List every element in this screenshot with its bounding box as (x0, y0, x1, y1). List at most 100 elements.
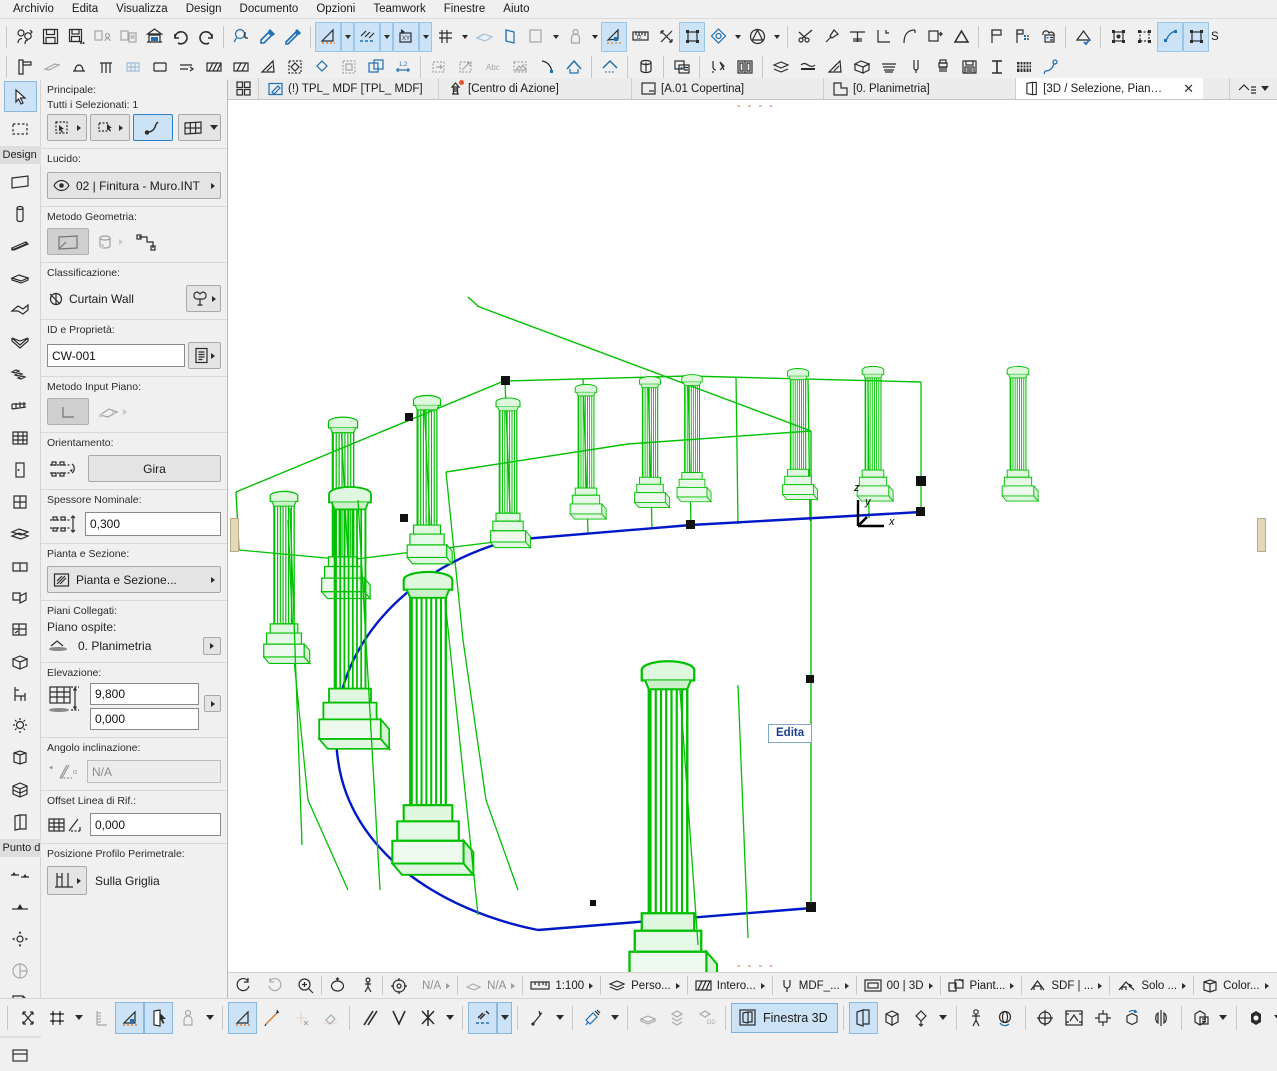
node-snap-icon[interactable] (523, 1002, 552, 1034)
redo-icon[interactable] (193, 22, 219, 52)
adjust-icon[interactable] (818, 22, 844, 52)
pen-icon[interactable] (902, 55, 929, 79)
mirror-icon[interactable] (1147, 1002, 1176, 1034)
spessore-input[interactable]: 0,300 (85, 512, 221, 536)
grid-object-icon[interactable] (4, 774, 37, 805)
pointer-tool-icon[interactable] (133, 114, 173, 141)
guide-dash-icon[interactable] (468, 1002, 497, 1034)
door-icon[interactable] (4, 454, 37, 485)
offset-input[interactable]: 0,000 (90, 813, 221, 836)
person-scale-icon[interactable] (173, 1002, 202, 1034)
chevron-right-icon[interactable] (204, 695, 221, 712)
menu-item-aiuto[interactable]: Aiuto (494, 2, 538, 16)
group-a-icon[interactable] (1105, 22, 1131, 52)
orbit-ball-icon[interactable] (991, 1002, 1020, 1034)
menu-item-archivio[interactable]: Archivio (4, 2, 63, 16)
composite-b-icon[interactable] (227, 55, 254, 79)
menu-item-design[interactable]: Design (177, 2, 231, 16)
wall-tool-icon[interactable] (11, 55, 38, 79)
measure-tape-icon[interactable] (578, 1002, 607, 1034)
panel-select-icon[interactable] (144, 1002, 173, 1034)
curtain-wall-icon[interactable] (119, 55, 146, 79)
chevron-right-icon[interactable] (845, 983, 849, 989)
person-icon[interactable] (562, 22, 588, 52)
grid-mesh-icon[interactable] (1010, 55, 1037, 79)
chevron-down-icon[interactable] (1261, 86, 1269, 91)
hatch-arrow-icon[interactable] (452, 55, 479, 79)
geometry-plane-icon[interactable] (47, 228, 89, 255)
shape-icon[interactable] (281, 55, 308, 79)
chevron-right-icon[interactable] (1010, 983, 1014, 989)
syringe-icon[interactable] (280, 22, 306, 52)
chevron-right-icon[interactable] (123, 409, 127, 415)
surface-paint-icon[interactable] (705, 22, 731, 52)
cube-open-icon[interactable] (849, 1002, 878, 1034)
status-scale[interactable]: 1:100 (523, 973, 600, 999)
chevron-down-icon[interactable] (497, 1002, 512, 1034)
menu-item-teamwork[interactable]: Teamwork (364, 2, 434, 16)
tab-centro-azione[interactable]: [Centro di Azione] (438, 78, 631, 99)
tab-3d-selezione[interactable]: [3D / Selezione, Piano 0] ✕ (1015, 78, 1203, 99)
walk-person-icon[interactable] (962, 1002, 991, 1034)
chevron-down-icon[interactable] (1216, 1002, 1231, 1034)
cloud-doc-icon[interactable] (1035, 22, 1061, 52)
pan-orbit-icon[interactable] (228, 973, 259, 999)
status-render-style[interactable]: 00 | 3D (857, 973, 940, 999)
status-renovation[interactable]: Solo ... (1110, 973, 1193, 999)
two-pane-icon[interactable] (731, 55, 758, 79)
chevron-down-icon[interactable] (210, 125, 218, 130)
composite-a-icon[interactable] (200, 55, 227, 79)
chevron-right-icon[interactable] (211, 577, 215, 583)
beam-tool-icon[interactable] (38, 55, 65, 79)
shell-tool-icon[interactable] (65, 55, 92, 79)
wall-end-icon[interactable] (4, 550, 37, 581)
menu-item-finestre[interactable]: Finestre (435, 2, 495, 16)
lucido-selector[interactable]: 02 | Finitura - Muro.INT (47, 172, 221, 199)
teamwork-icon[interactable] (11, 22, 37, 52)
status-3d-style[interactable]: Color... (1194, 973, 1275, 999)
curve-icon[interactable] (896, 22, 922, 52)
chevron-down-icon[interactable] (588, 22, 601, 52)
guide-line-icon[interactable] (257, 1002, 286, 1034)
magnetic-snap-icon[interactable] (115, 1002, 144, 1034)
status-partial-struct[interactable]: Piant... (941, 973, 1022, 999)
section-icon[interactable] (4, 1040, 37, 1071)
home-icon[interactable] (560, 55, 587, 79)
offset-icon[interactable] (922, 22, 948, 52)
curve-blue-icon[interactable] (1037, 55, 1064, 79)
trim-icon[interactable] (792, 22, 818, 52)
chevron-down-icon[interactable] (607, 1002, 622, 1034)
menu-item-documento[interactable]: Documento (231, 2, 308, 16)
flag-icon[interactable] (983, 22, 1009, 52)
boundary-frame-icon[interactable] (47, 866, 87, 895)
wall-plane-icon[interactable] (497, 22, 523, 52)
guide-cross-icon[interactable] (286, 1002, 315, 1034)
chevron-down-icon[interactable] (731, 22, 744, 52)
perpendicular-icon[interactable] (413, 1002, 442, 1034)
rotate-view-icon[interactable] (322, 973, 353, 999)
chevron-down-icon[interactable] (458, 22, 471, 52)
lines-icon[interactable] (875, 55, 902, 79)
chevron-right-icon[interactable] (77, 125, 81, 131)
elevazione-bottom-input[interactable]: 0,000 (90, 708, 199, 730)
split-icon[interactable] (844, 22, 870, 52)
status-layer-combo[interactable]: Perso... (601, 973, 687, 999)
select-marquee-icon[interactable] (90, 114, 130, 141)
solid-op-icon[interactable] (744, 22, 770, 52)
branch-icon[interactable] (704, 55, 731, 79)
edit-poly-icon[interactable] (1157, 22, 1183, 52)
status-pen-set[interactable]: Intero... (688, 973, 772, 999)
status-building-material[interactable]: SDF | ... (1022, 973, 1109, 999)
tab-tpl-mdf[interactable]: (!) TPL_ MDF [TPL_ MDF] (258, 78, 438, 99)
snap-point-icon[interactable] (13, 1002, 42, 1034)
box-object-icon[interactable] (4, 742, 37, 773)
save-as-icon[interactable] (63, 22, 89, 52)
chevron-right-icon[interactable] (511, 983, 515, 989)
layer-tilt-icon[interactable] (471, 22, 497, 52)
toolpalette-header-punto[interactable]: Punto d (0, 839, 41, 857)
chevron-down-icon[interactable] (549, 22, 562, 52)
axono-icon[interactable] (907, 1002, 936, 1034)
chevron-right-icon[interactable] (1265, 983, 1269, 989)
curtain-wall-icon[interactable] (4, 422, 37, 453)
finestra-3d-button[interactable]: Finestra 3D (731, 1003, 838, 1033)
